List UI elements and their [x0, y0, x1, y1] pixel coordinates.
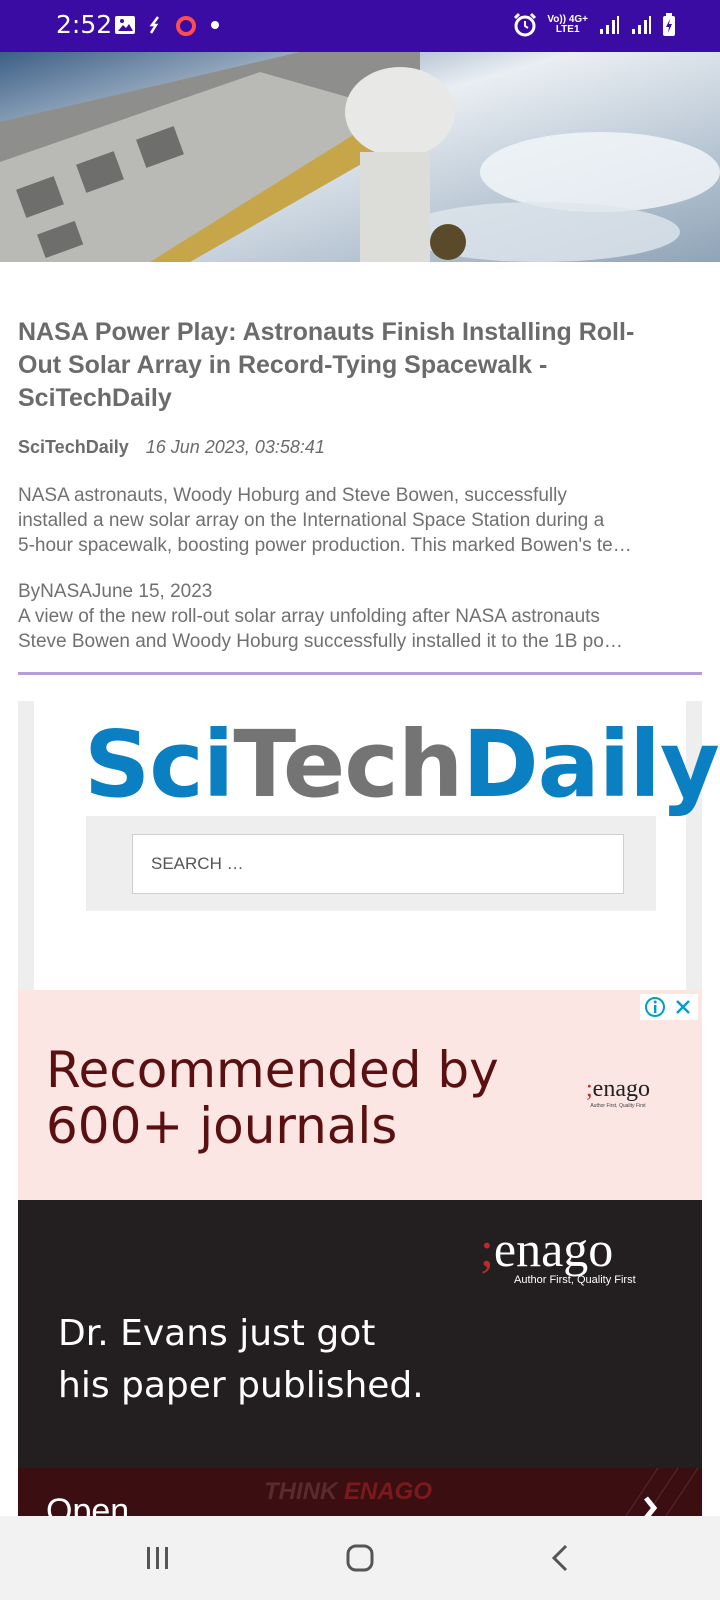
search-input[interactable]: [132, 834, 624, 894]
recent-apps-button[interactable]: [128, 1538, 188, 1578]
excerpt-line: Steve Bowen and Woody Hoburg successfull…: [18, 631, 623, 652]
article-hero-image[interactable]: [0, 52, 720, 262]
ad-close-icon[interactable]: [672, 996, 694, 1018]
article-source: SciTechDaily: [18, 437, 129, 457]
battery-icon: [663, 13, 675, 36]
network-indicator: Vo)) 4G+ LTE1: [547, 14, 588, 35]
web-embed: SciTechDaily: [18, 701, 720, 991]
dot-icon: [211, 21, 219, 29]
summary-line: 5-hour spacewalk, boosting power product…: [18, 535, 632, 556]
signal-icon: [632, 16, 651, 34]
alarm-icon: [514, 12, 537, 37]
ad-choices[interactable]: [640, 994, 698, 1020]
status-bar: 2:52 Vo)) 4G+ LTE1: [0, 0, 720, 52]
ad-info-icon[interactable]: [644, 996, 666, 1018]
enago-mark-icon: ;: [480, 1221, 494, 1277]
article-excerpt: ByNASAJune 15, 2023 A view of the new ro…: [18, 579, 702, 654]
recent-apps-icon: [147, 1547, 168, 1569]
article-title[interactable]: NASA Power Play: Astronauts Finish Insta…: [18, 316, 658, 415]
back-icon: [551, 1544, 568, 1572]
ad-creative[interactable]: ;enago Author First, Quality First Dr. E…: [18, 1200, 702, 1516]
sync-icon: [149, 16, 159, 34]
article-summary: NASA astronauts, Woody Hoburg and Steve …: [18, 483, 702, 558]
ad-body-text: Dr. Evans just got his paper published.: [58, 1313, 424, 1406]
enago-logo: ;enago Author First, Quality First: [480, 1221, 636, 1286]
ad-chevron-icon[interactable]: [608, 1468, 702, 1516]
home-button[interactable]: [330, 1538, 390, 1578]
signal-icon: [600, 16, 619, 34]
spacewalk-photo: [0, 52, 720, 262]
home-icon: [346, 1544, 374, 1572]
enago-mark-icon: ;: [586, 1076, 593, 1102]
search-bar: [86, 816, 656, 911]
scitechdaily-logo[interactable]: SciTechDaily: [84, 711, 720, 818]
article-meta: SciTechDaily 16 Jun 2023, 03:58:41: [18, 437, 325, 458]
back-button[interactable]: [530, 1538, 590, 1578]
summary-line: installed a new solar array on the Inter…: [18, 510, 605, 531]
ad-headline: Recommended by 600+ journals: [46, 1041, 499, 1155]
excerpt-line: A view of the new roll-out solar array u…: [18, 606, 600, 627]
status-time: 2:52: [56, 10, 113, 39]
ring-icon: [176, 16, 196, 36]
ad-banner[interactable]: Recommended by 600+ journals ;enago Auth…: [18, 990, 702, 1200]
ad-footer[interactable]: THINK ENAGO Open: [18, 1468, 702, 1516]
section-divider: [18, 672, 702, 675]
ad-open-button[interactable]: Open: [46, 1492, 129, 1516]
article-date: 16 Jun 2023, 03:58:41: [145, 437, 325, 457]
system-nav-bar: [0, 1516, 720, 1600]
summary-line: NASA astronauts, Woody Hoburg and Steve …: [18, 485, 567, 506]
image-icon: [115, 16, 135, 34]
enago-logo-small: ;enago Author First, Quality First: [586, 1076, 650, 1109]
embed-page: SciTechDaily: [34, 701, 720, 991]
excerpt-line: ByNASAJune 15, 2023: [18, 581, 213, 602]
think-enago: THINK ENAGO: [264, 1478, 433, 1505]
